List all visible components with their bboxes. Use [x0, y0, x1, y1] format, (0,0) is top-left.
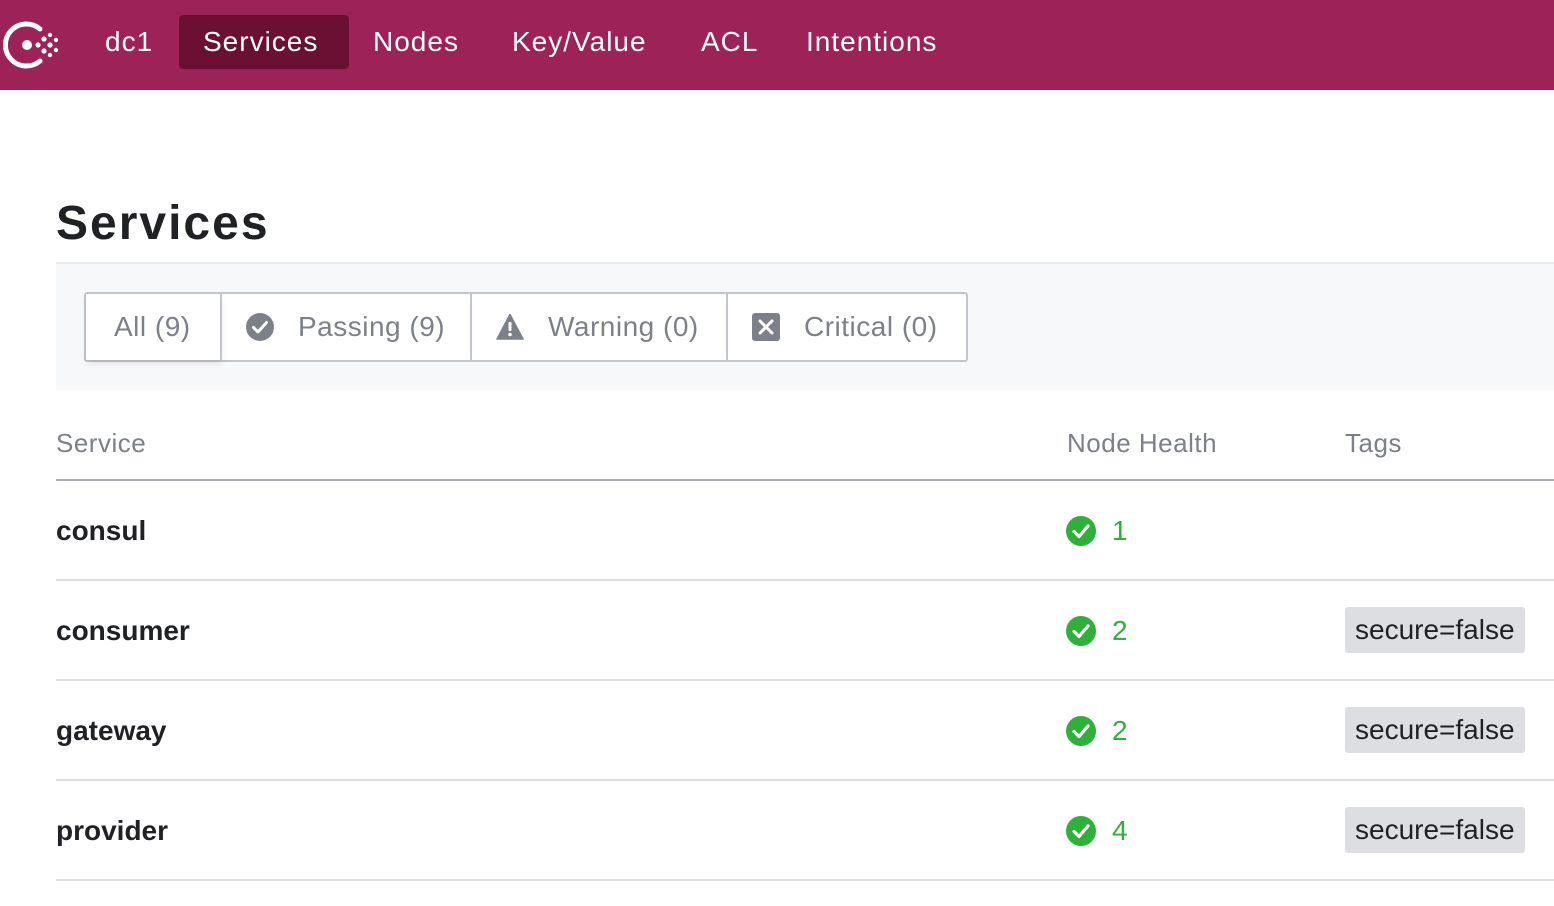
top-navigation: dc1 Services Nodes Key/Value ACL Intenti… [0, 0, 1554, 90]
check-circle-icon [1066, 716, 1096, 746]
column-header-tags[interactable]: Tags [1345, 428, 1402, 459]
check-circle-icon [1066, 616, 1096, 646]
consul-logo-icon[interactable] [0, 15, 60, 75]
nav-item-services[interactable]: Services [179, 15, 349, 69]
nav-item-intentions[interactable]: Intentions [782, 15, 961, 69]
filter-critical-label: Critical (0) [804, 311, 938, 342]
table-row[interactable]: provider 4 secure=false [56, 781, 1554, 881]
table-row[interactable]: consumer 2 secure=false [56, 581, 1554, 681]
check-circle-icon [246, 313, 274, 341]
column-header-service[interactable]: Service [56, 428, 146, 459]
filter-all-label: All (9) [114, 311, 191, 342]
filter-warning-button[interactable]: Warning (0) [472, 294, 728, 360]
node-health: 4 [1066, 781, 1128, 881]
node-health: 1 [1066, 481, 1128, 581]
service-name[interactable]: consul [56, 481, 146, 581]
service-tag: secure=false [1345, 607, 1525, 653]
nav-item-acl[interactable]: ACL [677, 15, 782, 69]
check-circle-icon [1066, 816, 1096, 846]
node-health: 2 [1066, 581, 1128, 681]
service-name[interactable]: consumer [56, 581, 190, 681]
nav-item-nodes[interactable]: Nodes [349, 15, 483, 69]
warning-triangle-icon [496, 313, 524, 340]
filter-warning-label: Warning (0) [548, 311, 699, 342]
column-header-node-health[interactable]: Node Health [1067, 428, 1217, 459]
check-circle-icon [1066, 516, 1096, 546]
filter-passing-button[interactable]: Passing (9) [222, 294, 472, 360]
health-count: 1 [1112, 515, 1128, 546]
filter-all-button[interactable]: All (9) [86, 294, 222, 360]
page-title: Services [56, 197, 270, 250]
service-tag: secure=false [1345, 807, 1525, 853]
health-count: 2 [1112, 715, 1128, 746]
node-health: 2 [1066, 681, 1128, 781]
service-name[interactable]: gateway [56, 681, 167, 781]
health-count: 2 [1112, 615, 1128, 646]
datacenter-selector[interactable]: dc1 [81, 15, 177, 69]
service-tag: secure=false [1345, 707, 1525, 753]
filter-critical-button[interactable]: Critical (0) [728, 294, 966, 360]
filter-passing-label: Passing (9) [298, 311, 446, 342]
health-filter-group: All (9) Passing (9) Warning (0) Critical… [84, 292, 968, 362]
health-count: 4 [1112, 815, 1128, 846]
x-square-icon [752, 313, 780, 341]
table-row[interactable]: consul 1 [56, 481, 1554, 581]
nav-item-key-value[interactable]: Key/Value [488, 15, 671, 69]
table-row[interactable]: gateway 2 secure=false [56, 681, 1554, 781]
service-name[interactable]: provider [56, 781, 168, 881]
